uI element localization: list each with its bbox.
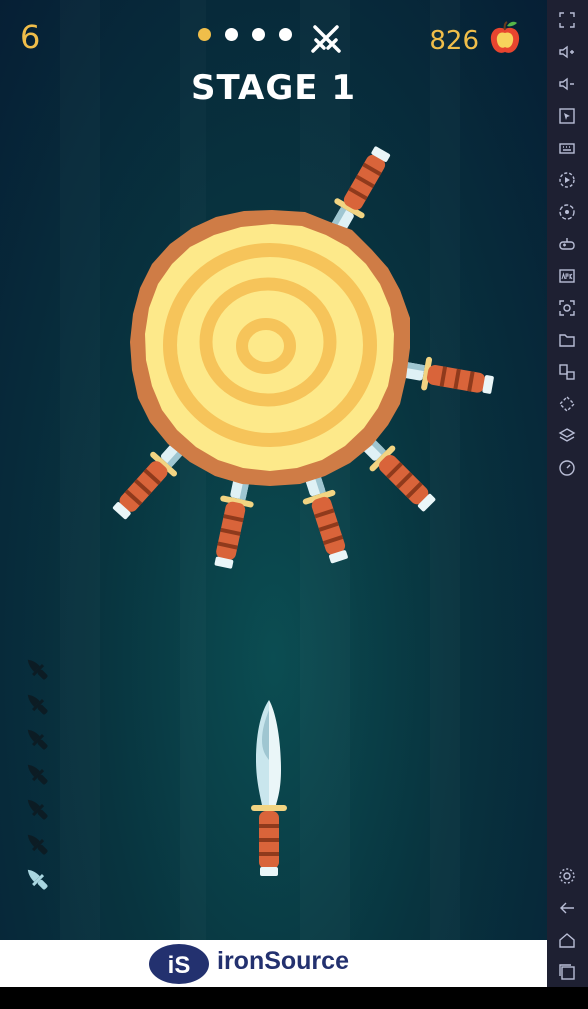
- knives-remaining: [22, 654, 52, 899]
- multi-window-icon[interactable]: [555, 360, 579, 384]
- rotate-icon[interactable]: [555, 392, 579, 416]
- emulator-sidebar: [547, 0, 588, 987]
- volume-up-icon[interactable]: [555, 40, 579, 64]
- game-area[interactable]: 6 826 STAGE 1: [0, 0, 547, 940]
- folder-icon[interactable]: [555, 328, 579, 352]
- ad-brand-text[interactable]: ironSource: [217, 947, 349, 976]
- apk-icon[interactable]: [555, 264, 579, 288]
- home-icon[interactable]: [555, 928, 579, 952]
- fullscreen-icon[interactable]: [555, 8, 579, 32]
- bottom-bar: [0, 987, 588, 1009]
- sync-icon[interactable]: [555, 200, 579, 224]
- ad-logo-text: iS: [168, 952, 191, 979]
- play-record-icon[interactable]: [555, 168, 579, 192]
- knife-used-icon: [27, 764, 48, 785]
- knife-used-icon: [27, 694, 48, 715]
- gamepad-icon[interactable]: [555, 232, 579, 256]
- knife-used-icon: [27, 799, 48, 820]
- player-knife[interactable]: [248, 700, 290, 880]
- knife-used-icon: [27, 834, 48, 855]
- recents-icon[interactable]: [555, 960, 579, 984]
- settings-icon[interactable]: [555, 864, 579, 888]
- knife-available-icon: [27, 869, 48, 890]
- pointer-icon[interactable]: [555, 104, 579, 128]
- layers-icon[interactable]: [555, 424, 579, 448]
- knife-used-icon: [27, 729, 48, 750]
- log: [130, 210, 410, 486]
- volume-down-icon[interactable]: [555, 72, 579, 96]
- back-icon[interactable]: [555, 896, 579, 920]
- keyboard-icon[interactable]: [555, 136, 579, 160]
- knife-used-icon: [27, 659, 48, 680]
- ironsource-logo[interactable]: iS: [148, 943, 210, 985]
- screenshot-icon[interactable]: [555, 296, 579, 320]
- speed-icon[interactable]: [555, 456, 579, 480]
